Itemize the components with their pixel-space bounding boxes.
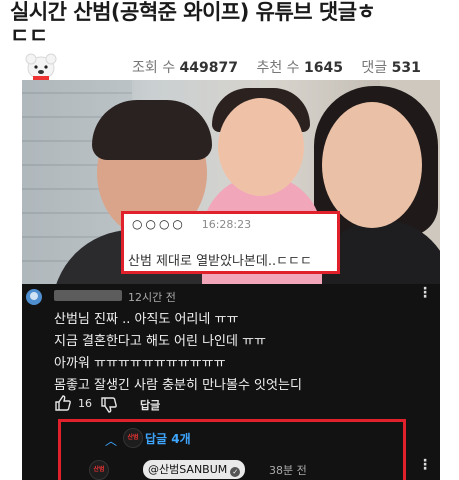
thumbs-up-icon[interactable] — [54, 394, 72, 412]
recommend-label: 추천 수 — [256, 60, 300, 76]
commenter-name-blurred[interactable] — [54, 290, 122, 301]
like-count: 16 — [78, 397, 92, 410]
chevron-up-icon[interactable]: ︿ — [105, 432, 117, 449]
view-replies-button[interactable]: 답글 4개 — [145, 430, 191, 447]
comment-time: 12시간 전 — [128, 291, 176, 304]
channel-owner-badge[interactable]: @산범SANBUM ✓ — [143, 460, 246, 479]
reply-author-avatar[interactable]: 산범 — [89, 460, 109, 480]
comment-text: 산범님 진짜 .. 아직도 어리네 ㅠㅠ 지금 결혼한다고 해도 어린 나인데 … — [54, 309, 302, 397]
chat-timestamp: 16:28:23 — [201, 218, 252, 231]
reply-more-vert-icon[interactable]: ⋮ — [418, 458, 432, 472]
reply-time: 38분 전 — [269, 464, 307, 477]
comments-label: 댓글 — [361, 60, 388, 76]
post-title-line-1: 실시간 산범(공혁준 와이프) 유튜브 댓글ㅎ — [10, 0, 376, 24]
highlighted-chat-message: ○○○○ 16:28:23 산범 제대로 열받았나본데..ㄷㄷㄷ — [121, 211, 340, 274]
channel-avatar[interactable]: 산범 — [123, 428, 143, 448]
recommend-count: 1645 — [304, 60, 343, 76]
post-title-line-2: ㄷㄷ — [10, 24, 48, 48]
more-vert-icon[interactable]: ⋮ — [418, 286, 432, 300]
thumbs-down-icon[interactable] — [100, 396, 118, 414]
woman-face — [322, 102, 422, 228]
post-stats: 조회 수 449877 추천 수 1645 댓글 531 — [132, 57, 421, 77]
post-stats-row: 조회 수 449877 추천 수 1645 댓글 531 — [0, 50, 459, 82]
views-count: 449877 — [179, 60, 238, 76]
comment-panel: 12시간 전 ⋮ 산범님 진짜 .. 아직도 어리네 ㅠㅠ 지금 결혼한다고 해… — [22, 284, 440, 480]
comment-line-2: 지금 결혼한다고 해도 어린 나인데 ㅠㅠ — [54, 334, 267, 349]
commenter-avatar[interactable] — [26, 289, 42, 305]
chat-username: ○○○○ — [132, 217, 186, 231]
child-face — [218, 98, 304, 196]
reply-author-name: @산범SANBUM — [148, 463, 228, 476]
chat-message-text: 산범 제대로 열받았나본데..ㄷㄷㄷ — [128, 254, 312, 269]
reply-button[interactable]: 답글 — [140, 397, 160, 413]
comment-line-1: 산범님 진짜 .. 아직도 어리네 ㅠㅠ — [54, 312, 239, 327]
verified-check-icon: ✓ — [230, 467, 241, 477]
comment-line-4: 몸좋고 잘생긴 사람 충분히 만나볼수 잇엇는디 — [54, 378, 302, 393]
man-hair — [92, 100, 212, 160]
comments-count: 531 — [391, 60, 421, 76]
bear-avatar-icon — [25, 53, 57, 80]
views-label: 조회 수 — [132, 60, 176, 76]
comment-line-3: 아까워 ㅠㅠㅠㅠㅠㅠㅠㅠㅠㅠㅠ — [54, 356, 226, 371]
reply-thread-highlight: ︿ 산범 답글 4개 산범 @산범SANBUM ✓ 38분 전 — [58, 419, 406, 480]
post-title: 실시간 산범(공혁준 와이프) 유튜브 댓글ㅎ ㄷㄷ — [10, 0, 450, 48]
